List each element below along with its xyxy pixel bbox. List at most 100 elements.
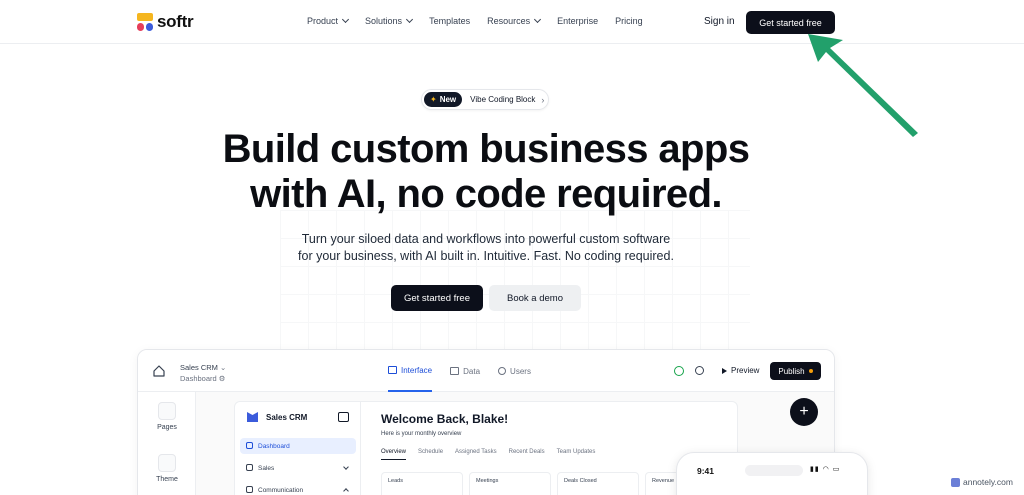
chevron-right-icon: › xyxy=(541,94,545,105)
tab-team-updates[interactable]: Team Updates xyxy=(557,449,596,460)
sidebar-item-sales[interactable]: Sales xyxy=(240,460,356,476)
softr-logo-mark-icon xyxy=(137,13,153,31)
nav-link-label: Resources xyxy=(487,16,531,26)
signal-wifi-battery-icon: ▮▮ ◠ ▭ xyxy=(810,466,841,473)
chevron-down-icon xyxy=(343,464,349,470)
builder-topbar: Sales CRM ⌄ Dashboard ⚙ Interface Data U… xyxy=(138,350,834,392)
chevron-down-icon xyxy=(406,15,414,24)
phone-time: 9:41 xyxy=(697,466,715,476)
sparkle-icon: ✦ xyxy=(430,95,437,104)
sales-icon xyxy=(246,464,253,471)
tab-label: Interface xyxy=(401,365,433,375)
chevron-up-icon xyxy=(343,488,349,494)
kpi-label: Deals Closed xyxy=(564,478,597,484)
dashboard-tabs: Overview Schedule Assigned Tasks Recent … xyxy=(381,449,595,460)
app-sidebar: Sales CRM Dashboard Sales Communication xyxy=(235,402,361,495)
tab-label: Users xyxy=(510,366,531,376)
tab-schedule[interactable]: Schedule xyxy=(418,449,443,460)
nav-link-label: Solutions xyxy=(365,16,403,26)
app-title: Sales CRM xyxy=(266,413,308,422)
overview-subtitle: Here is your monthly overview xyxy=(381,431,462,437)
kpi-card-deals-closed[interactable]: Deals Closed xyxy=(557,472,639,495)
interface-icon xyxy=(388,366,397,374)
welcome-heading: Welcome Back, Blake! xyxy=(381,412,509,426)
preview-button[interactable]: Preview xyxy=(722,366,759,375)
home-icon[interactable] xyxy=(152,364,166,378)
nav-link-enterprise[interactable]: Enterprise xyxy=(557,16,598,26)
new-badge: ✦ New xyxy=(424,92,463,107)
sidebar-item-label: Dashboard xyxy=(258,442,290,450)
subheadline-line-2: for your business, with AI built in. Int… xyxy=(298,249,674,263)
headline-line-1: Build custom business apps xyxy=(222,127,750,171)
add-block-button[interactable]: + xyxy=(790,398,818,426)
nav-link-label: Enterprise xyxy=(557,16,599,26)
unpublished-dot xyxy=(808,369,813,373)
rail-label: Pages xyxy=(157,424,177,431)
announcement-text: Vibe Coding Block xyxy=(470,95,536,104)
announcement-pill[interactable]: ✦ New Vibe Coding Block › xyxy=(421,89,549,110)
chat-icon xyxy=(246,486,253,493)
pages-icon xyxy=(158,402,176,420)
logo-text: softr xyxy=(157,12,194,31)
tab-interface[interactable]: Interface xyxy=(388,350,433,392)
theme-icon xyxy=(158,454,176,472)
nav-links: Product Solutions Templates Resources En… xyxy=(307,15,643,26)
nav-link-pricing[interactable]: Pricing xyxy=(615,16,643,26)
hero-headline: Build custom business apps with AI, no c… xyxy=(0,127,972,217)
publish-label: Publish xyxy=(778,366,805,376)
builder-tabs: Interface Data Users xyxy=(388,350,531,392)
project-page: Dashboard xyxy=(180,374,217,383)
nav-link-resources[interactable]: Resources xyxy=(487,15,542,26)
tab-label: Data xyxy=(463,366,481,376)
get-started-button-hero[interactable]: Get started free xyxy=(391,285,483,311)
sidebar-item-label: Communication xyxy=(258,486,304,494)
sidebar-item-label: Sales xyxy=(258,464,275,472)
nav-link-label: Product xyxy=(307,16,339,26)
get-started-button-nav[interactable]: Get started free xyxy=(746,11,835,34)
tab-users[interactable]: Users xyxy=(498,350,531,392)
play-icon xyxy=(722,367,727,374)
headline-line-2: with AI, no code required. xyxy=(250,172,722,216)
watermark-text: annotely.com xyxy=(963,477,1013,487)
annotely-logo-icon xyxy=(951,477,960,487)
sidebar-item-dashboard[interactable]: Dashboard xyxy=(240,438,356,454)
book-demo-button[interactable]: Book a demo xyxy=(489,285,581,311)
project-name: Sales CRM xyxy=(180,363,218,372)
person-icon[interactable] xyxy=(695,366,704,375)
hero-subheadline: Turn your siloed data and workflows into… xyxy=(0,231,972,265)
crm-logo-icon xyxy=(247,412,258,422)
tab-assigned-tasks[interactable]: Assigned Tasks xyxy=(455,449,497,460)
nav-link-product[interactable]: Product xyxy=(307,15,350,26)
softr-logo[interactable]: softr xyxy=(137,12,194,32)
tab-data[interactable]: Data xyxy=(450,350,480,392)
nav-link-templates[interactable]: Templates xyxy=(429,16,470,26)
kpi-label: Meetings xyxy=(476,478,499,484)
new-badge-label: New xyxy=(439,95,457,104)
kpi-card-leads[interactable]: Leads xyxy=(381,472,463,495)
chevron-down-icon xyxy=(341,15,350,24)
annotely-watermark: annotely.com xyxy=(951,477,1013,487)
sidebar-item-communication[interactable]: Communication xyxy=(240,482,356,495)
tab-overview[interactable]: Overview xyxy=(381,449,407,460)
project-selector[interactable]: Sales CRM ⌄ Dashboard ⚙ xyxy=(180,362,226,384)
chevron-down-icon xyxy=(534,15,542,24)
nav-link-label: Templates xyxy=(429,16,471,26)
rail-label: Theme xyxy=(156,476,178,483)
settings-icon: ⚙ xyxy=(218,374,226,383)
builder-left-rail: Pages Theme xyxy=(138,392,196,495)
top-navbar: softr Product Solutions Templates Resour… xyxy=(0,0,1024,44)
phone-notch xyxy=(745,465,803,476)
rail-item-theme[interactable]: Theme xyxy=(138,454,196,483)
sign-in-link[interactable]: Sign in xyxy=(704,16,735,27)
nav-link-solutions[interactable]: Solutions xyxy=(365,15,414,26)
kpi-label: Leads xyxy=(388,478,403,484)
check-circle-icon[interactable] xyxy=(674,366,684,376)
sidebar-collapse-icon[interactable] xyxy=(338,412,349,422)
chevron-down-icon: ⌄ xyxy=(220,363,227,372)
subheadline-line-1: Turn your siloed data and workflows into… xyxy=(301,232,671,246)
rail-item-pages[interactable]: Pages xyxy=(138,402,196,431)
kpi-card-meetings[interactable]: Meetings xyxy=(469,472,551,495)
kpi-label: Revenue xyxy=(652,478,675,484)
tab-recent-deals[interactable]: Recent Deals xyxy=(509,449,545,460)
publish-button[interactable]: Publish xyxy=(770,362,821,380)
